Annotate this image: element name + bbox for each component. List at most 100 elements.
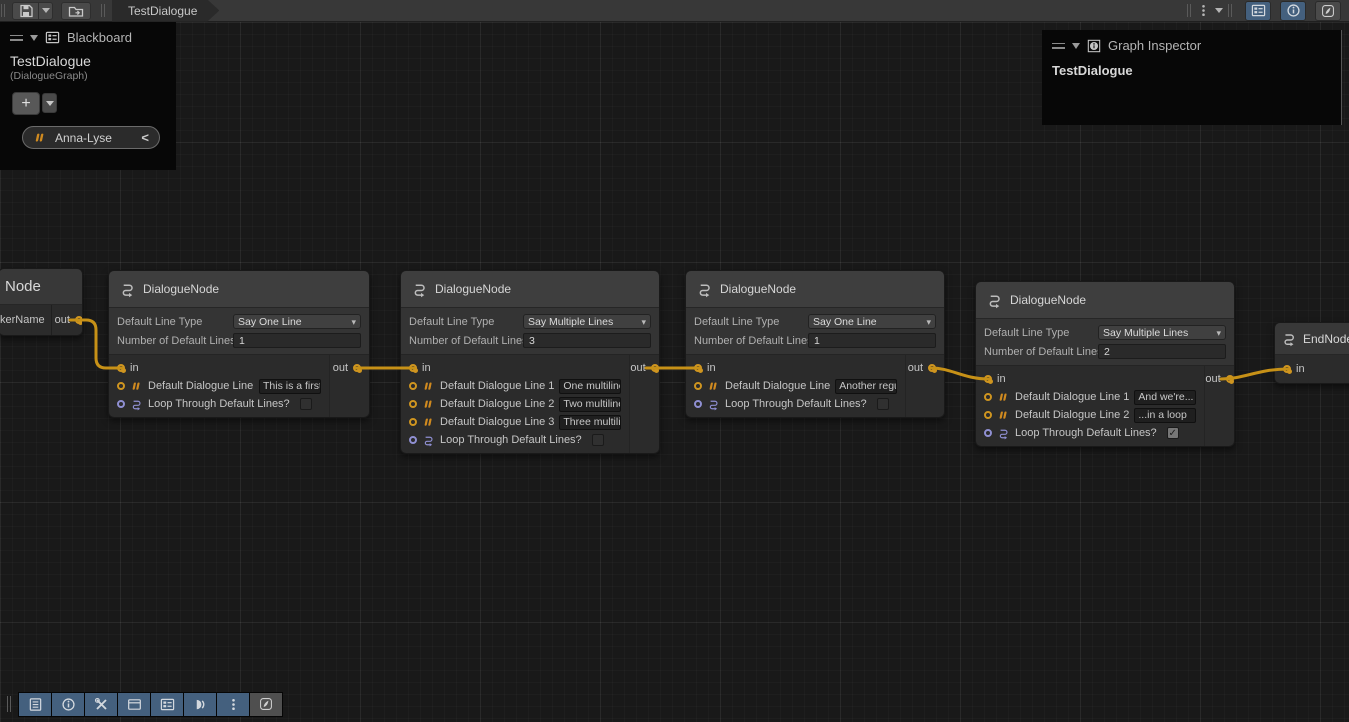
in-port-label: in xyxy=(1296,363,1305,375)
chevron-down-icon xyxy=(46,101,54,106)
line-text-field[interactable]: And we're... xyxy=(1134,390,1196,405)
loop-icon xyxy=(130,398,143,411)
loop-checkbox[interactable] xyxy=(877,398,889,410)
drag-handle-icon[interactable] xyxy=(1052,43,1065,49)
tab-testdialogue[interactable]: TestDialogue xyxy=(112,0,219,22)
bottom-toolbar xyxy=(6,691,283,717)
port-line[interactable] xyxy=(409,418,417,426)
dialogue-node-3[interactable]: DialogueNode Default Line Type Say One L… xyxy=(685,270,945,418)
dialogue-node-1[interactable]: DialogueNode Default Line Type Say One L… xyxy=(108,270,370,418)
quote-icon xyxy=(422,380,435,393)
num-lines-label: Number of Default Lines xyxy=(984,346,1098,358)
line-label: Default Dialogue Line 3 xyxy=(440,416,554,428)
port-line[interactable] xyxy=(409,382,417,390)
end-node[interactable]: EndNode in xyxy=(1274,322,1349,384)
toggle-script-button[interactable] xyxy=(19,693,51,716)
quote-icon xyxy=(997,391,1010,404)
quill-mode-button[interactable] xyxy=(250,693,282,716)
line-label: Default Dialogue Line xyxy=(725,380,830,392)
quote-icon xyxy=(130,380,143,393)
graph-asset-name: TestDialogue xyxy=(10,53,166,69)
info-box-icon xyxy=(1087,39,1101,53)
toggle-inspector-button[interactable] xyxy=(52,693,84,716)
toggle-blackboard-button[interactable] xyxy=(151,693,183,716)
dialogue-graph-editor-window: TestDialogue Node xyxy=(0,0,1349,722)
dialogue-node-4[interactable]: DialogueNode Default Line Type Say Multi… xyxy=(975,281,1235,447)
port-loop[interactable] xyxy=(984,429,992,437)
add-property-button[interactable]: + xyxy=(12,92,40,115)
line-type-dropdown[interactable]: Say Multiple Lines xyxy=(523,314,651,329)
loop-icon xyxy=(422,434,435,447)
blackboard-property-anna-lyse[interactable]: Anna-Lyse < xyxy=(22,126,160,149)
toggle-blackboard-button[interactable] xyxy=(1245,1,1271,21)
loop-checkbox[interactable]: ✓ xyxy=(1167,427,1179,439)
save-options-dropdown[interactable] xyxy=(39,2,53,20)
graph-inspector-header[interactable]: Graph Inspector xyxy=(1042,30,1341,57)
loop-checkbox[interactable] xyxy=(300,398,312,410)
loop-icon xyxy=(707,398,720,411)
port-loop[interactable] xyxy=(409,436,417,444)
num-lines-field[interactable]: 3 xyxy=(523,333,651,348)
port-line[interactable] xyxy=(984,411,992,419)
kebab-menu-icon xyxy=(226,697,241,712)
loop-label: Loop Through Default Lines? xyxy=(440,434,582,446)
line-text-field[interactable]: One multiline xyxy=(559,379,621,394)
quote-icon xyxy=(997,409,1010,422)
node-title-bar: DialogueNode xyxy=(686,271,944,308)
num-lines-label: Number of Default Lines xyxy=(694,335,808,347)
port-line[interactable] xyxy=(409,400,417,408)
dialogue-node-2[interactable]: DialogueNode Default Line Type Say Multi… xyxy=(400,270,660,454)
save-button[interactable] xyxy=(12,2,39,20)
drag-handle-icon[interactable] xyxy=(10,35,23,41)
quill-icon xyxy=(1321,4,1335,18)
graph-canvas[interactable]: Node kerName out DialogueNode Default L xyxy=(0,22,1349,722)
line-text-field[interactable]: Three multili xyxy=(559,415,621,430)
info-icon xyxy=(61,697,76,712)
toolbar-separator xyxy=(1187,4,1188,17)
line-type-dropdown[interactable]: Say One Line xyxy=(808,314,936,329)
toggle-preview-button[interactable] xyxy=(1315,1,1341,21)
blackboard-title: Blackboard xyxy=(67,30,132,45)
overflow-menu-button[interactable] xyxy=(1192,3,1227,18)
port-loop[interactable] xyxy=(694,400,702,408)
collapse-triangle-icon[interactable] xyxy=(30,35,38,41)
node-title-bar: DialogueNode xyxy=(401,271,659,308)
document-list-icon xyxy=(28,697,43,712)
more-options-button[interactable] xyxy=(217,693,249,716)
line-text-field[interactable]: ...in a loop xyxy=(1134,408,1196,423)
loop-checkbox[interactable] xyxy=(592,434,604,446)
toolbar-separator xyxy=(101,4,102,17)
line-text-field[interactable]: Another regu xyxy=(835,379,897,394)
toggle-dialogue-preview-button[interactable] xyxy=(184,693,216,716)
port-line[interactable] xyxy=(117,382,125,390)
quote-icon xyxy=(422,398,435,411)
line-text-field[interactable]: Two multiline xyxy=(559,397,621,412)
collapse-chevron-icon[interactable]: < xyxy=(141,130,149,145)
toggle-window-button[interactable] xyxy=(118,693,150,716)
num-lines-label: Number of Default Lines xyxy=(117,335,233,347)
loop-label: Loop Through Default Lines? xyxy=(148,398,290,410)
num-lines-field[interactable]: 1 xyxy=(233,333,361,348)
speaker-node-partial[interactable]: Node kerName out xyxy=(0,268,83,336)
collapse-triangle-icon[interactable] xyxy=(1072,43,1080,49)
toggle-graph-inspector-button[interactable] xyxy=(1280,1,1306,21)
toggle-tools-button[interactable] xyxy=(85,693,117,716)
line-text-field[interactable]: This is a first xyxy=(259,379,321,394)
in-port-label: in xyxy=(422,362,431,374)
port-line[interactable] xyxy=(694,382,702,390)
node-title: DialogueNode xyxy=(435,282,511,296)
field-value: One multiline xyxy=(563,380,621,392)
num-lines-field[interactable]: 2 xyxy=(1098,344,1226,359)
port-line[interactable] xyxy=(984,393,992,401)
node-title: EndNode xyxy=(1303,332,1349,346)
end-node-icon xyxy=(1281,331,1297,347)
open-asset-button[interactable] xyxy=(61,2,91,20)
line-type-dropdown[interactable]: Say Multiple Lines xyxy=(1098,325,1226,340)
num-lines-field[interactable]: 1 xyxy=(808,333,936,348)
blackboard-header[interactable]: Blackboard xyxy=(0,22,176,49)
folder-open-icon xyxy=(68,3,84,19)
port-loop[interactable] xyxy=(117,400,125,408)
loop-label: Loop Through Default Lines? xyxy=(1015,427,1157,439)
add-property-dropdown[interactable] xyxy=(42,93,57,113)
line-type-dropdown[interactable]: Say One Line xyxy=(233,314,361,329)
